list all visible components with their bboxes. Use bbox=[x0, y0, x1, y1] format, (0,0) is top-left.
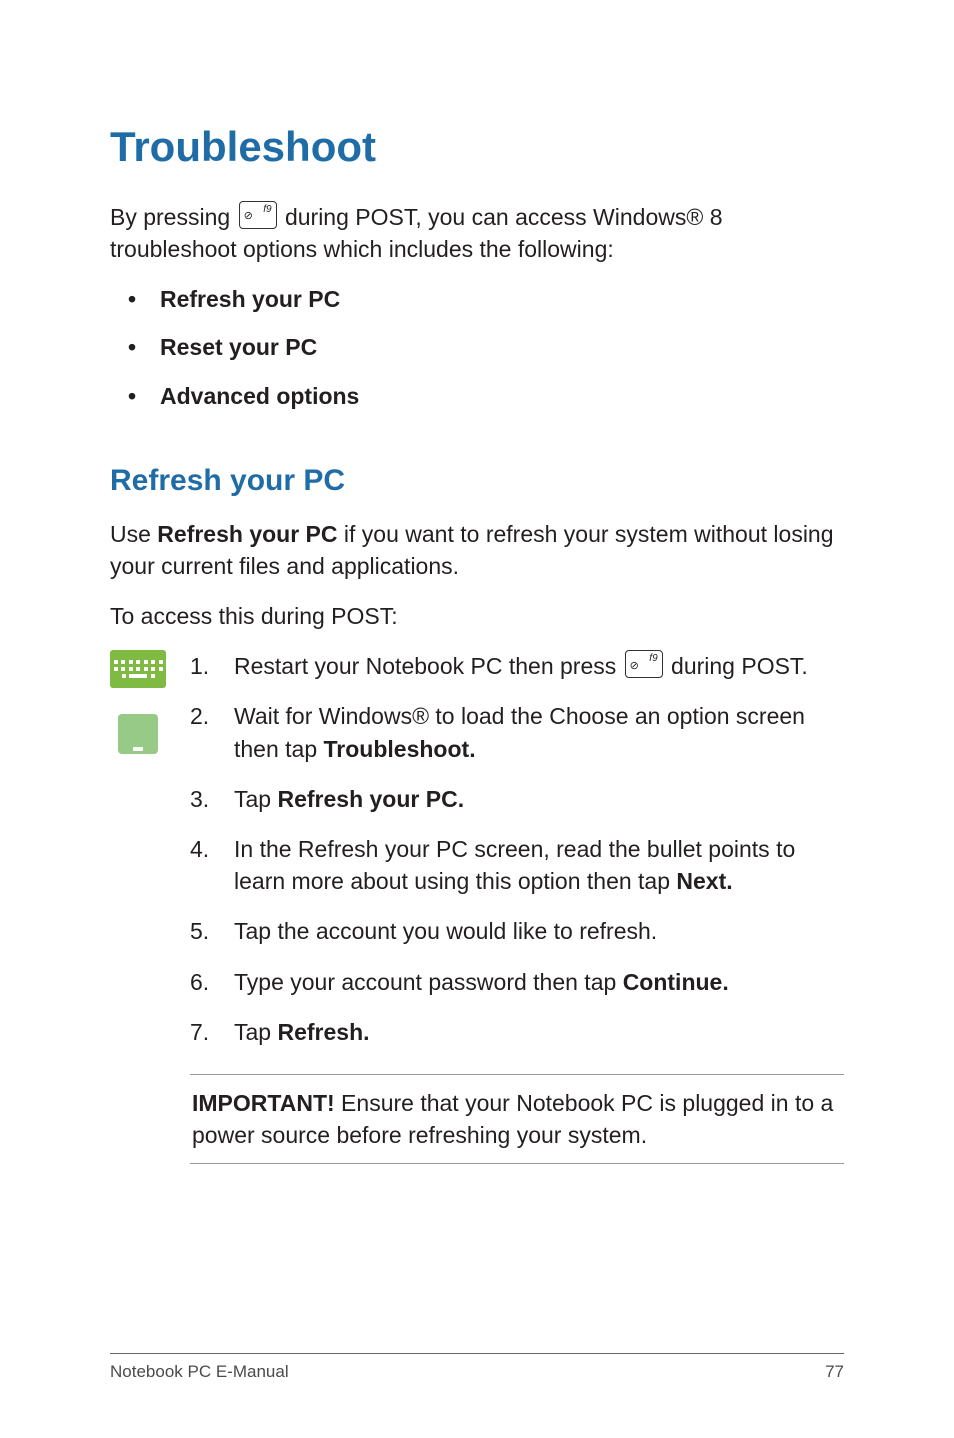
f9-key-icon: f9 ⊘ bbox=[625, 650, 663, 678]
f9-key-icon: f9 ⊘ bbox=[239, 201, 277, 229]
step-3-before: Tap bbox=[234, 786, 277, 812]
page-footer: Notebook PC E-Manual 77 bbox=[110, 1353, 844, 1384]
touchpad-icon bbox=[118, 714, 158, 754]
step-5: Tap the account you would like to refres… bbox=[190, 915, 844, 947]
step-6-before: Type your account password then tap bbox=[234, 969, 623, 995]
keycap-glyph: ⊘ bbox=[244, 209, 253, 224]
heading-troubleshoot: Troubleshoot bbox=[110, 118, 844, 177]
step-4: In the Refresh your PC screen, read the … bbox=[190, 833, 844, 897]
step-7-bold: Refresh. bbox=[277, 1019, 369, 1045]
keycap-label: f9 bbox=[263, 203, 271, 217]
step-7-before: Tap bbox=[234, 1019, 277, 1045]
refresh-intro-bold: Refresh your PC bbox=[157, 521, 337, 547]
option-advanced: Advanced options bbox=[128, 380, 844, 412]
keycap-glyph: ⊘ bbox=[630, 659, 639, 674]
step-1-before: Restart your Notebook PC then press bbox=[234, 653, 623, 679]
access-line: To access this during POST: bbox=[110, 600, 844, 632]
footer-page-number: 77 bbox=[825, 1360, 844, 1384]
refresh-intro-before: Use bbox=[110, 521, 157, 547]
step-1: Restart your Notebook PC then press f9⊘ … bbox=[190, 650, 844, 682]
step-2-bold: Troubleshoot. bbox=[324, 736, 476, 762]
keycap-label: f9 bbox=[649, 652, 657, 666]
important-label: IMPORTANT! bbox=[192, 1090, 335, 1116]
step-1-after: during POST. bbox=[665, 653, 808, 679]
step-2: Wait for Windows® to load the Choose an … bbox=[190, 700, 844, 764]
step-2-before: Wait for Windows® to load the Choose an … bbox=[234, 703, 805, 761]
icon-column bbox=[110, 650, 166, 1164]
footer-left: Notebook PC E-Manual bbox=[110, 1360, 289, 1384]
step-6-bold: Continue. bbox=[623, 969, 729, 995]
step-6: Type your account password then tap Cont… bbox=[190, 966, 844, 998]
option-reset: Reset your PC bbox=[128, 331, 844, 363]
keyboard-icon bbox=[110, 650, 166, 688]
step-4-bold: Next. bbox=[676, 868, 732, 894]
heading-refresh: Refresh your PC bbox=[110, 460, 844, 502]
refresh-intro: Use Refresh your PC if you want to refre… bbox=[110, 518, 844, 582]
option-refresh: Refresh your PC bbox=[128, 283, 844, 315]
steps-list: Restart your Notebook PC then press f9⊘ … bbox=[190, 650, 844, 1164]
options-list: Refresh your PC Reset your PC Advanced o… bbox=[110, 283, 844, 412]
intro-text-before: By pressing bbox=[110, 204, 237, 230]
important-note: IMPORTANT! Ensure that your Notebook PC … bbox=[190, 1074, 844, 1164]
step-3-bold: Refresh your PC. bbox=[277, 786, 464, 812]
step-7: Tap Refresh. bbox=[190, 1016, 844, 1048]
intro-paragraph: By pressing f9 ⊘ during POST, you can ac… bbox=[110, 201, 844, 265]
step-3: Tap Refresh your PC. bbox=[190, 783, 844, 815]
